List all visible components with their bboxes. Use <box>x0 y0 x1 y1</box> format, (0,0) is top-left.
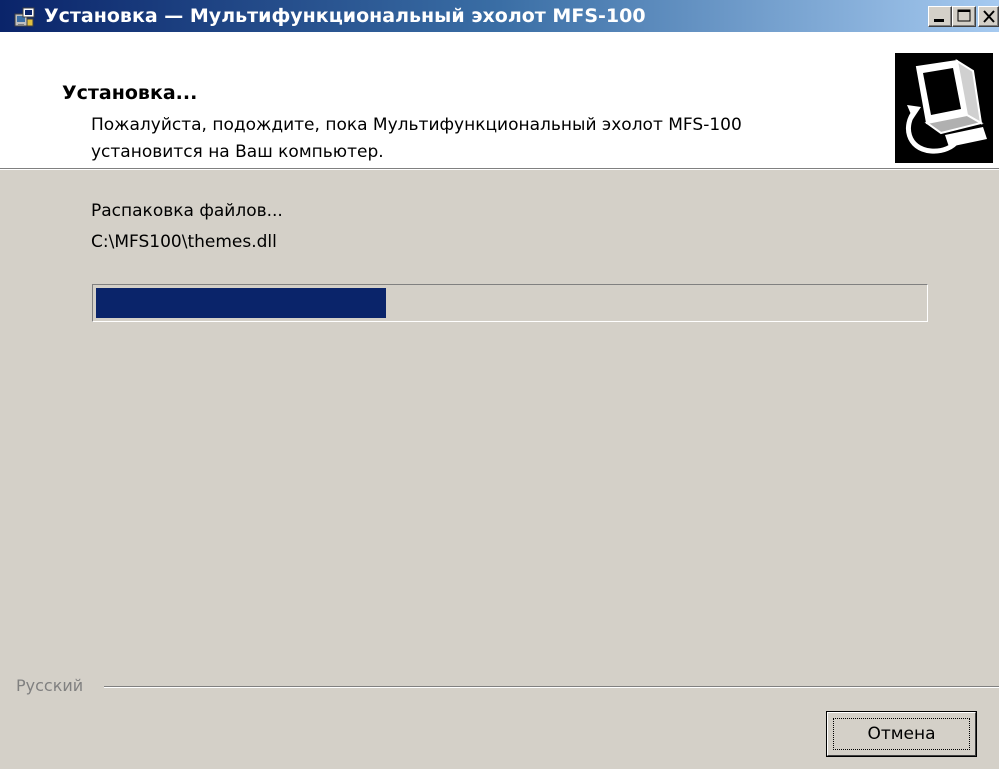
progress-fill <box>96 288 386 318</box>
status-text: Распаковка файлов... <box>91 201 283 221</box>
minimize-icon <box>934 19 944 22</box>
installer-window: Установка — Мультифункциональный эхолот … <box>0 0 999 769</box>
description-line-2: установится на Ваш компьютер. <box>91 142 384 162</box>
page-title: Установка... <box>62 82 198 104</box>
footer-separator <box>104 686 999 688</box>
title-bar[interactable]: Установка — Мультифункциональный эхолот … <box>0 0 999 32</box>
current-file-path: C:\MFS100\themes.dll <box>91 232 277 252</box>
install-progress-bar <box>92 284 928 322</box>
maximize-button[interactable] <box>952 6 976 27</box>
computer-install-icon <box>895 53 993 163</box>
minimize-button[interactable] <box>928 6 952 27</box>
setup-app-icon <box>14 7 35 27</box>
description-line-1: Пожалуйста, подождите, пока Мультифункци… <box>91 115 742 135</box>
header-separator <box>0 168 999 170</box>
cancel-button-label: Отмена <box>833 718 970 750</box>
maximize-icon <box>957 9 971 22</box>
close-icon <box>983 10 995 23</box>
language-label: Русский <box>16 676 90 695</box>
cancel-button[interactable]: Отмена <box>826 711 977 757</box>
page-description: Пожалуйста, подождите, пока Мультифункци… <box>91 112 881 166</box>
window-title: Установка — Мультифункциональный эхолот … <box>44 5 646 27</box>
close-button[interactable] <box>978 6 999 27</box>
wizard-header: Установка... Пожалуйста, подождите, пока… <box>0 32 999 168</box>
